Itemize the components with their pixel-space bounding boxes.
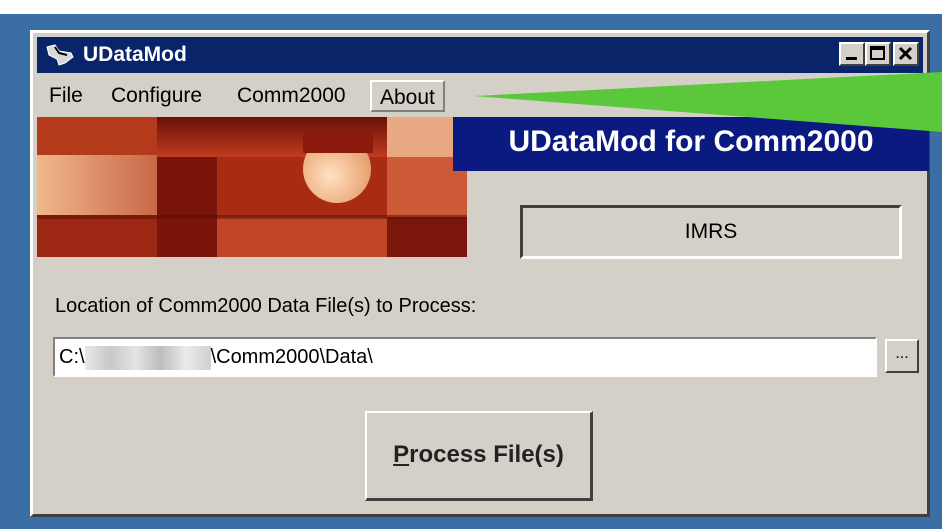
- process-files-button[interactable]: Process File(s): [365, 411, 593, 501]
- maximize-button[interactable]: [865, 42, 891, 66]
- menu-comm2000[interactable]: Comm2000: [229, 80, 354, 112]
- close-button[interactable]: [893, 42, 919, 66]
- banner-artwork: [37, 117, 467, 257]
- app-icon: [46, 44, 74, 66]
- window-title: UDataMod: [83, 43, 187, 66]
- process-accelerator: P: [393, 441, 410, 468]
- process-label: rocess File(s): [409, 441, 564, 468]
- maximize-icon: [870, 46, 885, 60]
- path-input[interactable]: C:\ \Comm2000\Data\: [53, 337, 877, 377]
- redacted-path-segment: [84, 345, 211, 370]
- browse-button[interactable]: ...: [885, 339, 919, 373]
- menu-configure[interactable]: Configure: [103, 80, 210, 112]
- minimize-icon: [846, 57, 857, 60]
- menu-file[interactable]: File: [41, 80, 91, 112]
- menu-about[interactable]: About: [370, 80, 445, 112]
- path-prefix: C:\: [59, 346, 85, 368]
- minimize-button[interactable]: [839, 42, 865, 66]
- callout-pointer: [474, 72, 942, 132]
- module-display: IMRS: [520, 205, 902, 259]
- path-suffix: \Comm2000\Data\: [210, 346, 373, 368]
- close-icon: [898, 46, 913, 61]
- location-label: Location of Comm2000 Data File(s) to Pro…: [55, 295, 477, 317]
